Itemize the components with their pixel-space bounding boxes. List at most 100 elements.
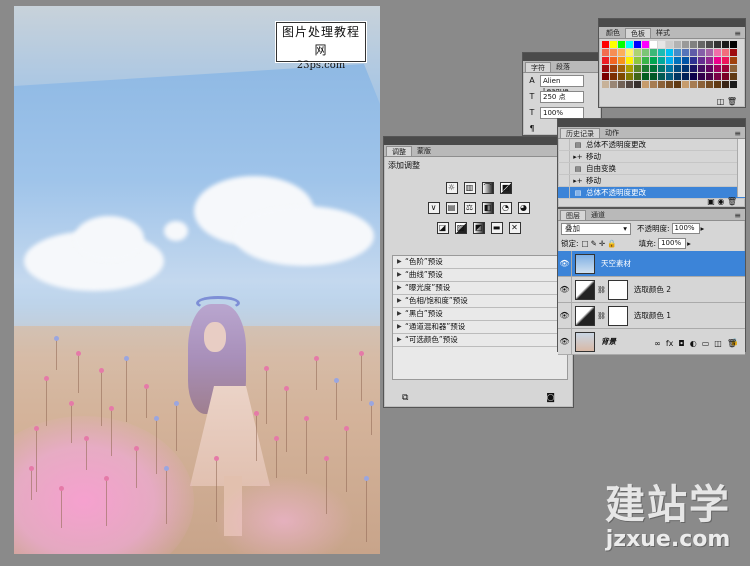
color-balance-icon[interactable]: ⚖ (463, 202, 476, 214)
new-layer-icon[interactable]: ◫ (714, 339, 722, 351)
color-swatch[interactable] (626, 41, 633, 48)
color-swatch[interactable] (602, 73, 609, 80)
add-mask-icon[interactable]: ◘ (678, 339, 684, 351)
color-swatch[interactable] (682, 65, 689, 72)
history-brush-source-toggle[interactable] (558, 151, 570, 162)
color-swatch[interactable] (730, 81, 737, 88)
color-swatch[interactable] (610, 49, 617, 56)
history-brush-source-toggle[interactable] (558, 175, 570, 186)
tab-history[interactable]: 历史记录 (560, 128, 600, 138)
color-swatch[interactable] (610, 81, 617, 88)
panel-titlebar[interactable] (599, 19, 745, 27)
tab-channels[interactable]: 通道 (586, 210, 610, 220)
color-swatch[interactable] (682, 41, 689, 48)
color-swatch[interactable] (666, 57, 673, 64)
color-swatch[interactable] (602, 81, 609, 88)
opacity-field[interactable]: 100% (671, 223, 700, 234)
new-swatch-icon[interactable]: ◫ (717, 97, 725, 106)
panel-titlebar[interactable] (523, 53, 601, 61)
tab-styles[interactable]: 样式 (651, 28, 675, 38)
trash-icon[interactable]: 🗑 (727, 339, 737, 351)
color-swatch[interactable] (730, 41, 737, 48)
history-item[interactable]: ▤ 总体不透明度更改 (558, 139, 745, 151)
layer-row[interactable]: 👁 天空素材 (558, 251, 745, 277)
expand-triangle-icon[interactable]: ▶ (397, 269, 405, 281)
color-swatch[interactable] (626, 65, 633, 72)
color-swatch[interactable] (722, 65, 729, 72)
color-swatch[interactable] (682, 57, 689, 64)
color-swatch[interactable] (634, 81, 641, 88)
preset-item[interactable]: ▶ “通道混和器”预设 (393, 321, 567, 334)
preset-item[interactable]: ▶ “曲线”预设 (393, 269, 567, 282)
color-swatch[interactable] (682, 81, 689, 88)
fill-field[interactable]: 100% (658, 238, 687, 249)
color-swatch[interactable] (698, 57, 705, 64)
threshold-icon[interactable]: ◩ (472, 222, 485, 234)
paragraph-icon[interactable]: ¶ (527, 124, 537, 134)
color-swatch[interactable] (690, 81, 697, 88)
layer-style-icon[interactable]: fx (666, 339, 674, 351)
fill-slider-icon[interactable]: ▸ (687, 239, 691, 248)
preset-item[interactable]: ▶ “曝光度”预设 (393, 282, 567, 295)
curves-icon[interactable]: ⌒ (481, 182, 494, 194)
color-swatch[interactable] (706, 57, 713, 64)
history-brush-source-toggle[interactable] (558, 187, 570, 198)
color-swatch[interactable] (674, 49, 681, 56)
color-swatch[interactable] (650, 73, 657, 80)
color-swatch[interactable] (666, 41, 673, 48)
document-canvas[interactable]: 图片处理教程网 23ps.com (14, 6, 380, 554)
layer-mask-thumbnail[interactable] (607, 305, 628, 326)
color-swatch[interactable] (602, 57, 609, 64)
history-item[interactable]: ▤ 自由变换 (558, 163, 745, 175)
brightness-contrast-icon[interactable]: ☼ (445, 182, 458, 194)
gradient-map-icon[interactable]: ▬ (490, 222, 503, 234)
color-swatch[interactable] (610, 65, 617, 72)
color-swatch[interactable] (666, 65, 673, 72)
posterize-icon[interactable]: ▨ (454, 222, 467, 234)
layer-thumbnail[interactable] (575, 305, 595, 326)
color-swatch[interactable] (610, 41, 617, 48)
link-layers-icon[interactable]: ∞ (654, 339, 661, 351)
color-swatch[interactable] (618, 49, 625, 56)
color-swatch[interactable] (658, 73, 665, 80)
color-swatch[interactable] (690, 65, 697, 72)
layer-row[interactable]: 👁 ⛓ 选取颜色 2 (558, 277, 745, 303)
channel-mixer-icon[interactable]: ◕ (517, 202, 530, 214)
visibility-eye-icon[interactable]: 👁 (558, 303, 572, 328)
mask-link-icon[interactable]: ⛓ (597, 312, 606, 320)
color-swatch[interactable] (690, 49, 697, 56)
color-swatch[interactable] (674, 73, 681, 80)
tab-character[interactable]: 字符 (525, 62, 551, 72)
history-item[interactable]: ▸+ 移动 (558, 175, 745, 187)
color-swatch[interactable] (722, 81, 729, 88)
tab-adjustments[interactable]: 调整 (386, 146, 412, 156)
color-swatch[interactable] (642, 73, 649, 80)
photo-filter-icon[interactable]: ◔ (499, 202, 512, 214)
expand-triangle-icon[interactable]: ▶ (397, 334, 405, 346)
color-swatch[interactable] (714, 41, 721, 48)
color-swatch[interactable] (658, 41, 665, 48)
tab-paragraph[interactable]: 段落 (551, 62, 575, 72)
color-swatch[interactable] (674, 41, 681, 48)
exposure-icon[interactable]: ◩ (499, 182, 512, 194)
lock-transparency-icon[interactable]: □ (582, 239, 589, 248)
color-swatch[interactable] (642, 49, 649, 56)
color-swatch[interactable] (602, 65, 609, 72)
color-swatch[interactable] (634, 57, 641, 64)
color-swatch[interactable] (682, 49, 689, 56)
color-swatch[interactable] (634, 41, 641, 48)
color-swatch[interactable] (618, 57, 625, 64)
color-swatch[interactable] (722, 49, 729, 56)
color-swatch[interactable] (730, 65, 737, 72)
tab-masks[interactable]: 蒙版 (412, 146, 436, 156)
color-swatch[interactable] (706, 73, 713, 80)
color-swatch[interactable] (714, 65, 721, 72)
color-swatch[interactable] (650, 57, 657, 64)
color-swatch[interactable] (690, 57, 697, 64)
opacity-slider-icon[interactable]: ▸ (701, 224, 705, 233)
color-swatch[interactable] (714, 57, 721, 64)
color-swatch[interactable] (610, 57, 617, 64)
history-brush-source-toggle[interactable] (558, 163, 570, 174)
color-swatch[interactable] (642, 81, 649, 88)
tab-layers[interactable]: 图层 (560, 210, 586, 220)
